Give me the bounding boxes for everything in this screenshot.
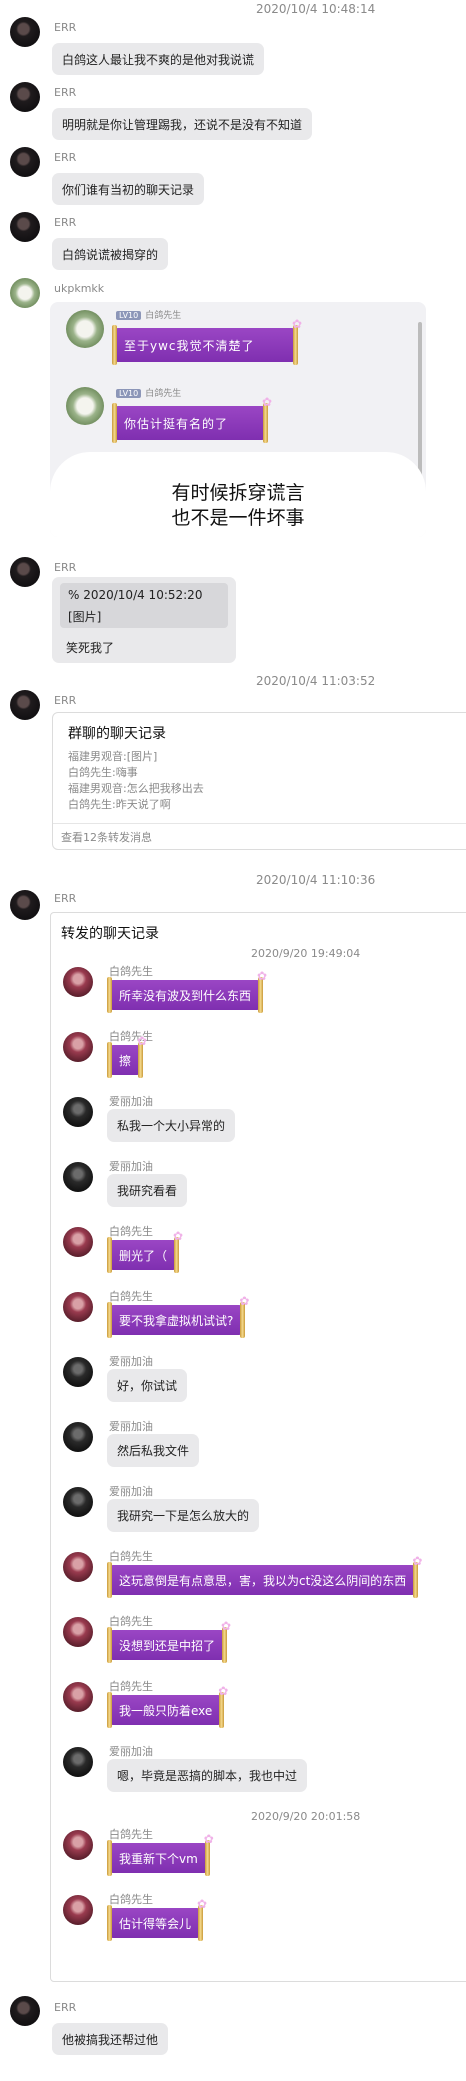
forwarded-message-bubble: 我研究看看 bbox=[107, 1174, 188, 1207]
timestamp: 2020/10/4 11:03:52 bbox=[256, 674, 376, 688]
avatar bbox=[63, 1097, 93, 1127]
avatar bbox=[63, 1292, 93, 1322]
forwarded-line: 福建男观音:怎么把我移出去 bbox=[68, 782, 204, 795]
forwarded-title: 转发的聊天记录 bbox=[61, 926, 159, 942]
image-caption-line: 也不是一件坏事 bbox=[171, 507, 305, 529]
avatar bbox=[63, 1747, 93, 1777]
message-bubble[interactable]: 白鸽这人最让我不爽的是他对我说谎 bbox=[52, 43, 265, 75]
forwarded-timestamp: 2020/9/20 20:01:58 bbox=[251, 1810, 361, 1823]
message-bubble[interactable]: 明明就是你让管理踢我，还说不是没有不知道 bbox=[52, 108, 313, 140]
forwarded-message-bubble: ✿ 要不我拿虚拟机试试? bbox=[107, 1295, 249, 1338]
avatar[interactable] bbox=[10, 82, 40, 112]
avatar[interactable] bbox=[10, 147, 40, 177]
forwarded-message-bubble: 我研究一下是怎么放大的 bbox=[107, 1499, 260, 1532]
forwarded-line: 白鸽先生:昨天说了啊 bbox=[68, 798, 171, 811]
avatar bbox=[63, 1830, 93, 1860]
forwarded-message-bubble: ✿ 这玩意倒是有点意思，害，我以为ct没这么阴间的东西 bbox=[107, 1555, 422, 1598]
forwarded-message-bubble: 私我一个大小异常的 bbox=[107, 1109, 236, 1142]
avatar bbox=[63, 1682, 93, 1712]
avatar bbox=[63, 1552, 93, 1582]
image-message[interactable]: LV10 白鸽先生 ✿ 至于ywc我觉不清楚了 LV10 白鸽先生 ✿ 你估计挺有名… bbox=[50, 302, 426, 537]
quoted-block[interactable]: % 2020/10/4 10:52:20 [图片] bbox=[60, 583, 228, 628]
avatar bbox=[66, 310, 104, 348]
forwarded-sender-name: 白鸽先生 bbox=[109, 1550, 153, 1563]
avatar bbox=[66, 387, 104, 425]
message-bubble[interactable]: 白鸽说谎被揭穿的 bbox=[52, 238, 169, 270]
sender-name: ERR bbox=[54, 21, 77, 34]
avatar[interactable] bbox=[10, 278, 40, 308]
forwarded-message-bubble: 好，你试试 bbox=[107, 1369, 188, 1402]
forwarded-message-bubble: ✿ 没想到还是中招了 bbox=[107, 1620, 231, 1663]
sender-name: ERR bbox=[54, 892, 77, 905]
forwarded-sender-name: 白鸽先生 bbox=[109, 1828, 153, 1841]
forwarded-sender-name: 白鸽先生 bbox=[109, 1893, 153, 1906]
forwarded-line: 白鸽先生:嗨事 bbox=[68, 766, 138, 779]
message-bubble[interactable]: 你们谁有当初的聊天记录 bbox=[52, 173, 205, 205]
forwarded-sender-name: 爱丽加油 bbox=[109, 1355, 153, 1368]
avatar bbox=[63, 1357, 93, 1387]
quote-message-bubble[interactable]: % 2020/10/4 10:52:20 [图片] 笑死我了 bbox=[52, 577, 236, 663]
forwarded-message-bubble: ✿ 所幸没有波及到什么东西 bbox=[107, 970, 267, 1013]
image-caption-line: 有时候拆穿谎言 bbox=[171, 482, 305, 504]
avatar[interactable] bbox=[10, 690, 40, 720]
sender-name: ERR bbox=[54, 216, 77, 229]
avatar[interactable] bbox=[10, 17, 40, 47]
forwarded-title: 群聊的聊天记录 bbox=[68, 726, 166, 742]
avatar[interactable] bbox=[10, 212, 40, 242]
avatar bbox=[63, 1162, 93, 1192]
avatar bbox=[63, 967, 93, 997]
avatar bbox=[63, 1422, 93, 1452]
forwarded-sender-name: 爱丽加油 bbox=[109, 1420, 153, 1433]
forwarded-message-bubble: 嗯，毕竟是恶搞的脚本，我也中过 bbox=[107, 1759, 308, 1792]
timestamp: 2020/10/4 11:10:36 bbox=[256, 873, 376, 887]
message-text: 笑死我了 bbox=[66, 641, 115, 655]
sender-name: ERR bbox=[54, 2001, 77, 2014]
forwarded-message-bubble: ✿ 我一般只防着exe bbox=[107, 1685, 228, 1728]
forwarded-sender-name: 白鸽先生 bbox=[109, 1225, 153, 1238]
forwarded-timestamp: 2020/9/20 19:49:04 bbox=[251, 947, 361, 960]
image-sender-line: LV10 白鸽先生 bbox=[116, 308, 181, 321]
image-sender-line: LV10 白鸽先生 bbox=[116, 386, 181, 399]
forwarded-line: 福建男观音:[图片] bbox=[68, 750, 158, 763]
forwarded-sender-name: 爱丽加油 bbox=[109, 1095, 153, 1108]
card-divider bbox=[53, 823, 466, 824]
forwarded-message-bubble: ✿ 估计得等会儿 bbox=[107, 1898, 207, 1941]
image-message-bubble: ✿ 至于ywc我觉不清楚了 bbox=[112, 318, 302, 365]
sender-name: ERR bbox=[54, 561, 77, 574]
avatar[interactable] bbox=[10, 557, 40, 587]
avatar bbox=[63, 1487, 93, 1517]
forwarded-sender-name: 爱丽加油 bbox=[109, 1745, 153, 1758]
avatar bbox=[63, 1895, 93, 1925]
forwarded-message-bubble: 然后私我文件 bbox=[107, 1434, 200, 1467]
sender-name: ERR bbox=[54, 694, 77, 707]
message-bubble[interactable]: 他被搞我还帮过他 bbox=[52, 2023, 169, 2055]
avatar bbox=[63, 1227, 93, 1257]
sender-name: ukpkmkk bbox=[54, 282, 105, 295]
avatar bbox=[63, 1032, 93, 1062]
avatar bbox=[63, 1617, 93, 1647]
view-forwarded-link[interactable]: 查看12条转发消息 bbox=[61, 829, 152, 845]
quoted-time: % 2020/10/4 10:52:20 bbox=[68, 588, 203, 602]
sender-name: ERR bbox=[54, 86, 77, 99]
avatar[interactable] bbox=[10, 890, 40, 920]
forwarded-message-bubble: ✿ 我重新下个vm bbox=[107, 1833, 214, 1876]
forwarded-sender-name: 白鸽先生 bbox=[109, 1680, 153, 1693]
forwarded-chat-card[interactable]: 转发的聊天记录 2020/9/20 19:49:04 2020/9/20 20:… bbox=[50, 912, 466, 1982]
forwarded-sender-name: 爱丽加油 bbox=[109, 1485, 153, 1498]
sender-name: ERR bbox=[54, 151, 77, 164]
forwarded-chat-card[interactable]: 群聊的聊天记录 福建男观音:[图片] 白鸽先生:嗨事 福建男观音:怎么把我移出去… bbox=[52, 712, 466, 850]
image-message-bubble: ✿ 你估计挺有名的了 bbox=[112, 396, 272, 443]
forwarded-sender-name: 白鸽先生 bbox=[109, 1615, 153, 1628]
quoted-text: [图片] bbox=[68, 610, 102, 624]
forwarded-sender-name: 白鸽先生 bbox=[109, 965, 153, 978]
forwarded-sender-name: 爱丽加油 bbox=[109, 1160, 153, 1173]
forwarded-message-bubble: ✿ 删光了（ bbox=[107, 1230, 183, 1273]
forwarded-sender-name: 白鸽先生 bbox=[109, 1290, 153, 1303]
forwarded-message-bubble: ✿ 擦 bbox=[107, 1035, 147, 1078]
avatar[interactable] bbox=[10, 1996, 40, 2026]
timestamp: 2020/10/4 10:48:14 bbox=[256, 2, 376, 16]
